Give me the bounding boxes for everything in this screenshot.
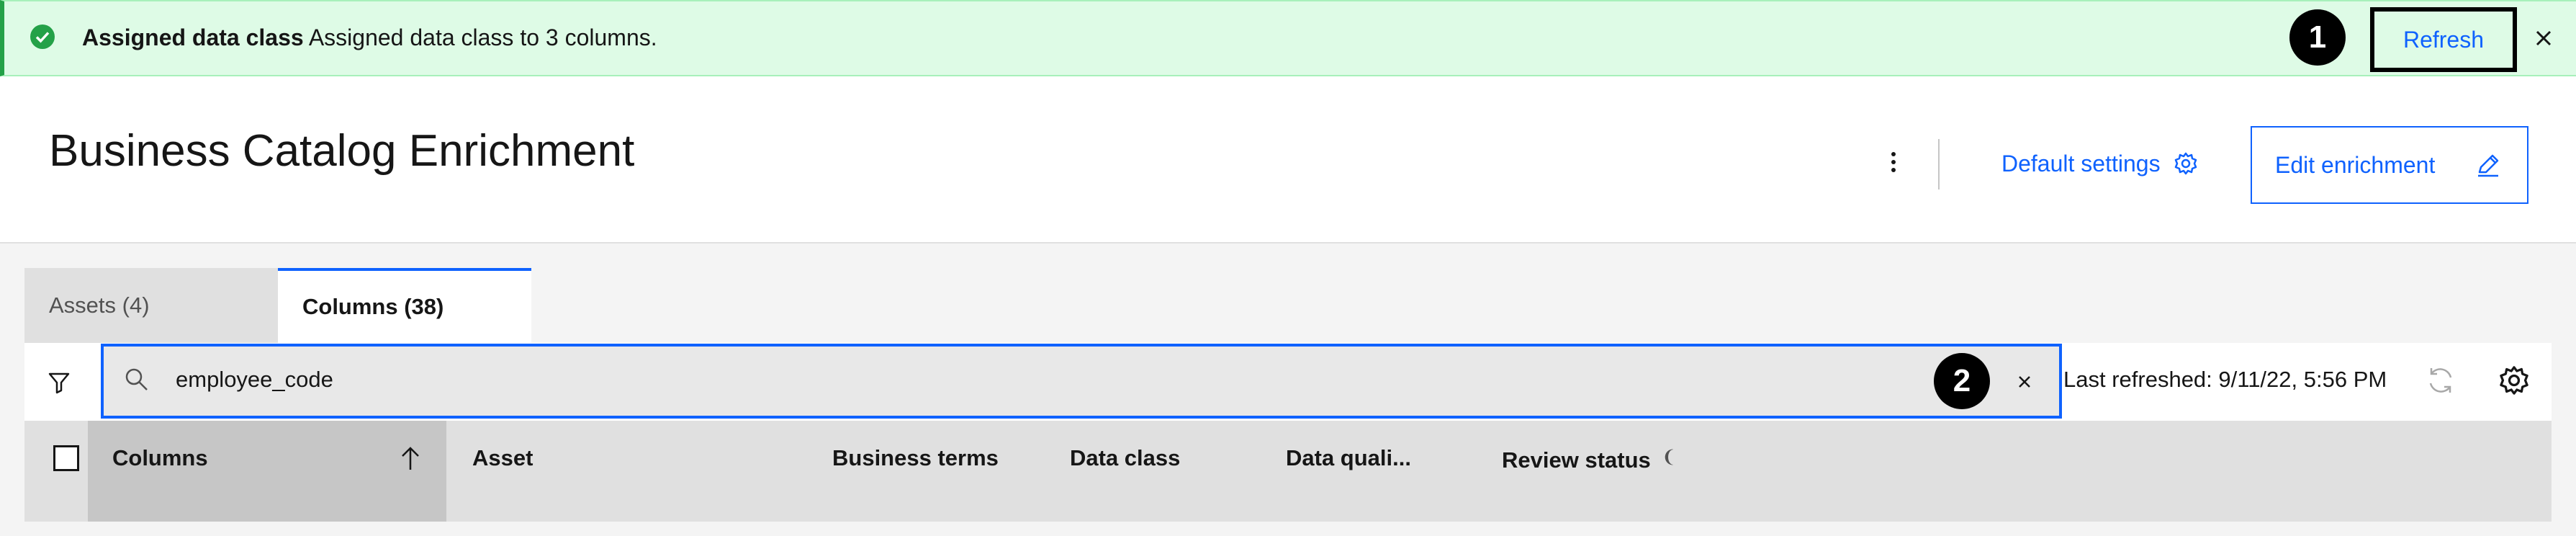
checkmark-filled-icon [30, 24, 55, 49]
column-header-data-class[interactable]: Data class [1070, 445, 1180, 472]
overflow-menu-button[interactable] [1881, 144, 1906, 180]
page-title: Business Catalog Enrichment [49, 126, 635, 176]
refresh-button[interactable]: Refresh [2370, 7, 2517, 72]
column-header-columns[interactable]: Columns [112, 445, 208, 472]
tab-assets[interactable]: Assets (4) [24, 268, 278, 343]
select-all-checkbox[interactable] [53, 445, 79, 471]
tab-columns[interactable]: Columns (38) [278, 268, 531, 343]
notification-message: Assigned data class to 3 columns. [308, 24, 657, 50]
default-settings-label: Default settings [2001, 151, 2161, 177]
close-icon [2536, 30, 2552, 46]
column-header-review-status[interactable]: Review status [1502, 447, 1651, 474]
close-icon [2019, 376, 2030, 388]
gear-icon [2174, 152, 2197, 175]
filter-icon [48, 372, 70, 394]
column-header-asset[interactable]: Asset [472, 445, 533, 472]
gear-icon[interactable] [2498, 365, 2530, 396]
filter-button[interactable] [43, 367, 75, 398]
header-divider [1938, 139, 1940, 189]
notification-text: Assigned data class Assigned data class … [82, 24, 657, 51]
arrow-up-icon[interactable] [396, 444, 425, 473]
default-settings-button[interactable]: Default settings [2001, 148, 2198, 179]
search-clear-button[interactable] [2010, 367, 2039, 396]
edit-enrichment-label: Edit enrichment [2275, 151, 2436, 178]
column-header-business-terms[interactable]: Business terms [832, 445, 999, 472]
info-tooltip-icon[interactable]: ❨ [1662, 447, 1676, 468]
last-refreshed-text: Last refreshed: 9/11/22, 5:56 PM [2063, 367, 2387, 392]
search-value[interactable]: employee_code [176, 366, 333, 393]
search-icon [125, 368, 148, 390]
select-all-cell [24, 421, 88, 522]
renew-icon[interactable] [2425, 365, 2456, 396]
notification-title: Assigned data class [82, 24, 304, 50]
pencil-icon [2478, 154, 2499, 177]
callout-badge-1: 1 [2289, 9, 2346, 66]
overflow-menu-vertical-icon [1891, 152, 1896, 172]
column-header-data-quality[interactable]: Data quali... [1286, 445, 1411, 472]
search-input[interactable] [101, 344, 2062, 419]
notification-close-button[interactable] [2527, 22, 2560, 55]
edit-enrichment-button[interactable]: Edit enrichment [2251, 126, 2528, 204]
callout-badge-2: 2 [1934, 353, 1990, 409]
